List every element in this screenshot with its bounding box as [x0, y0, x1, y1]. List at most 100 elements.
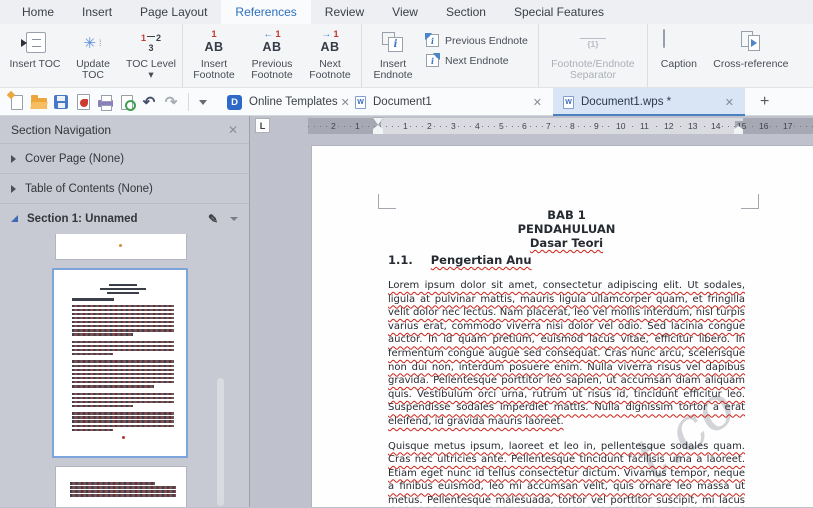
margin-corner-mark [378, 194, 396, 209]
update-toc-icon: ✳ ⁞ [83, 34, 103, 52]
previous-footnote-button[interactable]: ← 1 AB Previous Footnote [243, 27, 301, 81]
heading-dasar-teori[interactable]: Dasar Teori [388, 236, 745, 250]
next-footnote-icon: → 1 AB [320, 29, 340, 54]
edit-icon[interactable]: ✎ [208, 212, 218, 226]
caption-button[interactable]: Caption [650, 27, 708, 70]
ribbon-group-footnote: 1 AB Insert Footnote ← 1 AB Previous Foot… [182, 24, 361, 87]
insert-footnote-button[interactable]: 1 AB Insert Footnote [185, 27, 243, 81]
ribbon-group-separator: {1} Footnote/Endnote Separator [537, 24, 647, 87]
previous-footnote-label: Previous Footnote [251, 58, 293, 81]
sidebar-item-table-of-contents[interactable]: Table of Contents (None) [0, 173, 249, 203]
paragraph-1[interactable]: Lorem ipsum dolor sit amet, consectetur … [388, 279, 745, 429]
ruler-mark: 9 [592, 121, 601, 131]
open-button[interactable] [28, 91, 50, 113]
ribbon-group-toc: Insert TOC ✳ ⁞ Update TOC 12 3 TOC Level … [4, 24, 182, 87]
menu-tab-page-layout[interactable]: Page Layout [126, 0, 221, 24]
insert-toc-button[interactable]: Insert TOC [6, 27, 64, 70]
sidebar-item-label: Table of Contents (None) [25, 182, 153, 195]
menu-tab-special-features[interactable]: Special Features [500, 0, 618, 24]
previous-endnote-label: Previous Endnote [445, 34, 528, 47]
document-area: L 2 1 1 2 3 4 5 6 7 8 9 10 11 12 13 14 1… [250, 116, 813, 507]
scrollbar-thumb[interactable] [217, 378, 224, 506]
doc-tab-online-templates[interactable]: D Online Templates ✕ [217, 88, 350, 116]
insert-endnote-label: Insert Endnote [373, 58, 413, 81]
ruler-mark: 11 [638, 121, 651, 131]
insert-endnote-button[interactable]: i Insert Endnote [364, 27, 422, 81]
ruler-mark: 1 [401, 121, 410, 131]
close-icon[interactable]: ✕ [530, 96, 545, 109]
print-button[interactable] [94, 91, 116, 113]
menu-tab-references[interactable]: References [221, 0, 311, 24]
tab-stop-selector[interactable]: L [255, 118, 270, 133]
close-icon[interactable]: ✕ [722, 96, 737, 109]
ruler-mark: 2 [425, 121, 434, 131]
ruler-mark: 2 [329, 121, 338, 131]
new-document-button[interactable] [6, 91, 28, 113]
undo-icon: ↶ [142, 93, 156, 111]
page-thumbnail[interactable] [56, 234, 186, 259]
next-footnote-button[interactable]: → 1 AB Next Footnote [301, 27, 359, 81]
previous-endnote-icon: i [425, 33, 439, 47]
menu-tab-insert[interactable]: Insert [68, 0, 126, 24]
ribbon-group-endnote: i Insert Endnote i Previous Endnote i Ne… [361, 24, 538, 87]
ruler-mark: 10 [614, 121, 628, 131]
export-pdf-button[interactable] [72, 91, 94, 113]
text-column: BAB 1 PENDAHULUAN Dasar Teori 1.1. Penge… [388, 208, 745, 507]
section-heading[interactable]: 1.1. Pengertian Anu [388, 252, 745, 268]
update-toc-button[interactable]: ✳ ⁞ Update TOC [64, 27, 122, 81]
undo-button[interactable]: ↶ [138, 91, 160, 113]
endnote-nav-stack: i Previous Endnote i Next Endnote [422, 27, 536, 67]
ruler: L 2 1 1 2 3 4 5 6 7 8 9 10 11 12 13 14 1… [250, 116, 813, 136]
toolbar-dropdown-icon[interactable] [199, 99, 207, 105]
footnote-endnote-separator-label: Footnote/Endnote Separator [551, 58, 635, 81]
writer-doc-icon: W [563, 95, 574, 109]
close-icon[interactable]: ✕ [228, 123, 238, 137]
cross-reference-button[interactable]: Cross-reference [708, 27, 794, 70]
section-title: Pengertian Anu [430, 253, 532, 267]
doc-tab-document1-wps[interactable]: W Document1.wps * ✕ [553, 88, 745, 116]
panel-title: Section Navigation [11, 122, 112, 137]
menu-tab-section[interactable]: Section [432, 0, 500, 24]
document-page[interactable]: t.co BAB 1 PENDAHULUAN Dasar Teori 1.1. … [312, 146, 813, 507]
ruler-mark: 12 [662, 121, 676, 131]
new-tab-button[interactable]: + [755, 93, 774, 111]
thumbnail-content [54, 270, 186, 440]
chevron-expanded-icon [11, 215, 18, 222]
sidebar-item-label: Section 1: Unnamed [27, 212, 138, 225]
heading-bab1[interactable]: BAB 1 [388, 208, 745, 222]
menu-tab-home[interactable]: Home [8, 0, 68, 24]
cross-reference-label: Cross-reference [713, 58, 789, 70]
redo-button[interactable]: ↷ [160, 91, 182, 113]
sidebar-scrollbar[interactable] [217, 234, 225, 507]
first-line-indent-marker[interactable] [373, 118, 383, 125]
chevron-right-icon [11, 154, 16, 163]
ruler-mark: 16 [757, 121, 771, 131]
sidebar-item-section1[interactable]: Section 1: Unnamed ✎ [0, 203, 249, 233]
ruler-mark: 13 [686, 121, 700, 131]
page-thumbnail-selected[interactable] [52, 268, 188, 458]
print-preview-button[interactable] [116, 91, 138, 113]
menu-tab-view[interactable]: View [378, 0, 432, 24]
chevron-down-icon[interactable] [230, 216, 238, 221]
insert-toc-label: Insert TOC [9, 58, 61, 70]
toc-level-button[interactable]: 12 3 TOC Level ▾ [122, 27, 180, 81]
sidebar-item-cover-page[interactable]: Cover Page (None) [0, 143, 249, 173]
chevron-right-icon [11, 184, 16, 193]
ruler-mark: 7 [544, 121, 553, 131]
toolbar-divider [188, 93, 189, 111]
menu-tab-review[interactable]: Review [311, 0, 378, 24]
paragraph-2[interactable]: Quisque metus ipsum, laoreet et leo in, … [388, 440, 745, 507]
ruler-mark: 8 [568, 121, 577, 131]
previous-footnote-icon: ← 1 AB [262, 29, 282, 54]
heading-pendahuluan[interactable]: PENDAHULUAN [388, 222, 745, 236]
next-endnote-button[interactable]: i Next Endnote [426, 53, 528, 67]
page-thumbnail[interactable] [56, 467, 186, 507]
footnote-endnote-separator-icon: {1} [573, 30, 613, 56]
caption-label: Caption [660, 58, 697, 70]
redo-icon: ↷ [164, 93, 178, 111]
save-button[interactable] [50, 91, 72, 113]
ribbon: Insert TOC ✳ ⁞ Update TOC 12 3 TOC Level … [0, 24, 813, 88]
footnote-endnote-separator-button[interactable]: {1} Footnote/Endnote Separator [541, 27, 645, 81]
doc-tab-document1[interactable]: W Document1 ✕ [345, 88, 553, 116]
previous-endnote-button[interactable]: i Previous Endnote [425, 33, 528, 47]
